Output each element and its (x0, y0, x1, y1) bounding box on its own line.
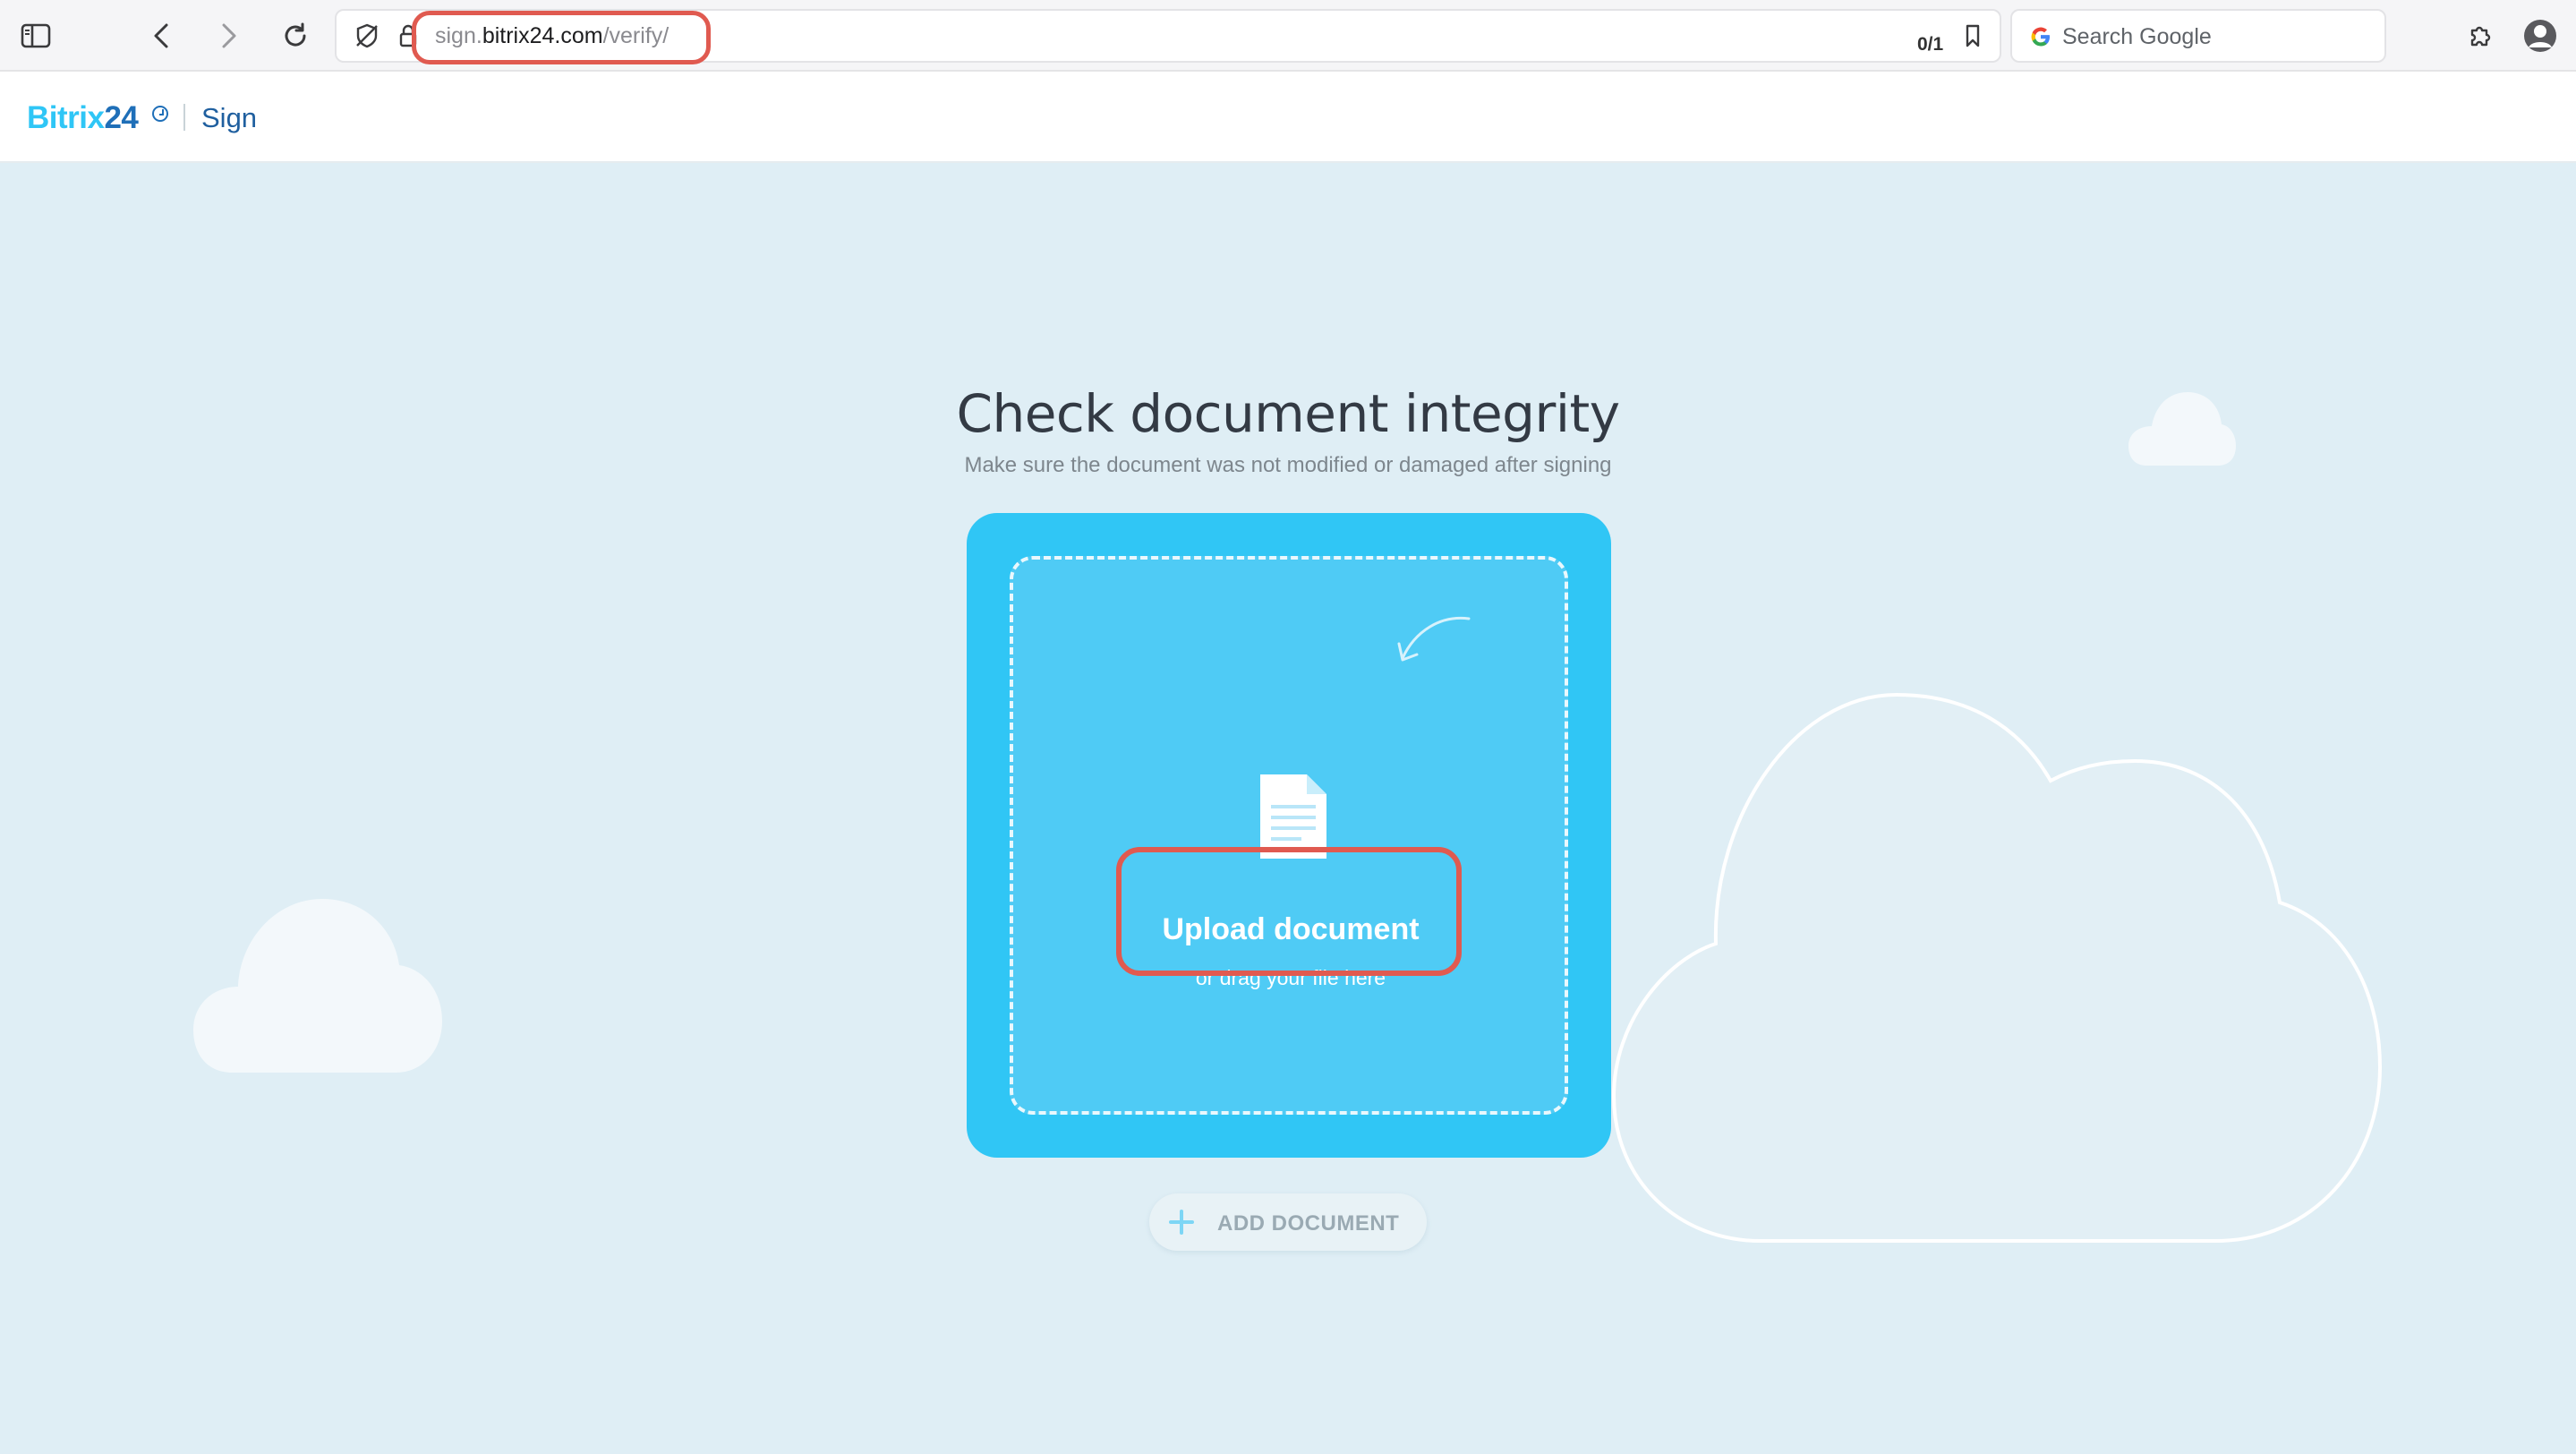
lock-icon (390, 18, 426, 54)
file-dropzone[interactable]: Upload document or drag your file here (1010, 556, 1568, 1115)
add-document-button[interactable]: ADD DOCUMENT (1149, 1193, 1427, 1251)
search-placeholder: Search Google (2062, 24, 2212, 49)
upload-document-button[interactable]: Upload document (1013, 912, 1568, 947)
add-document-label: ADD DOCUMENT (1217, 1211, 1400, 1236)
plus-icon (1169, 1210, 1194, 1235)
cloud-icon (193, 899, 442, 1073)
cloud-icon (1611, 692, 2383, 1243)
clock-icon (152, 106, 168, 122)
drag-hint: or drag your file here (1195, 966, 1386, 989)
google-icon (2023, 19, 2059, 55)
sidebar-icon[interactable] (18, 18, 54, 54)
tracking-shield-icon[interactable] (349, 18, 385, 54)
product-name[interactable]: Sign (201, 102, 257, 134)
reload-icon[interactable] (277, 18, 313, 54)
logo-divider (183, 104, 185, 131)
back-icon[interactable] (143, 18, 179, 54)
forward-icon[interactable] (211, 18, 247, 54)
search-input[interactable]: Search Google (2010, 9, 2386, 63)
url-text[interactable]: sign.bitrix24.com/verify/ (435, 23, 669, 49)
bookmark-icon[interactable] (1955, 18, 1991, 54)
curved-arrow-icon (1397, 616, 1471, 662)
document-icon (1260, 774, 1326, 859)
address-bar[interactable]: sign.bitrix24.com/verify/ 0/1 (335, 9, 2001, 63)
profile-icon[interactable] (2522, 18, 2558, 54)
extensions-icon[interactable] (2463, 18, 2499, 54)
site-header: Bitrix24 Sign (0, 72, 2576, 163)
bitrix24-logo[interactable]: Bitrix24 (27, 100, 139, 136)
page-subtitle: Make sure the document was not modified … (964, 453, 1612, 477)
page-title: Check document integrity (956, 383, 1620, 444)
browser-toolbar: sign.bitrix24.com/verify/ 0/1 Search Goo… (0, 0, 2576, 72)
upload-card[interactable]: Upload document or drag your file here (967, 513, 1611, 1158)
find-counter: 0/1 (1917, 34, 1944, 55)
